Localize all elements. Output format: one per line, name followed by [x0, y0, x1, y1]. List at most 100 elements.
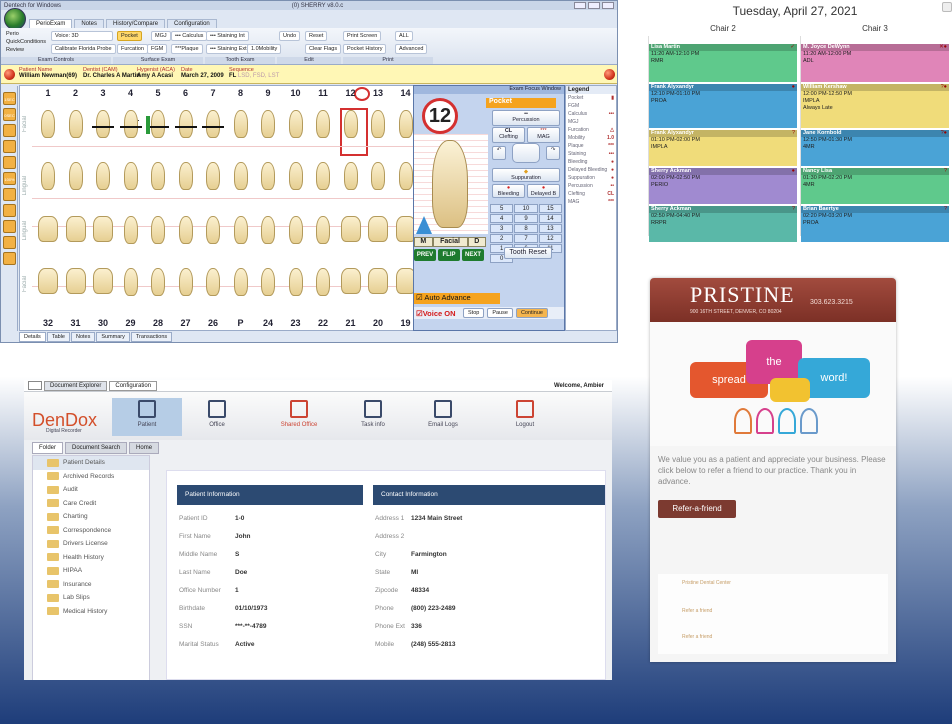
nav-email-logs[interactable]: Email Logs — [408, 400, 478, 428]
tooth-lower-lingual[interactable] — [93, 216, 113, 242]
tooth-number-bottom[interactable]: 32 — [34, 318, 62, 328]
rotate-left-button[interactable]: ↶ — [492, 146, 506, 160]
stop-button[interactable]: Stop — [463, 308, 485, 318]
tooth-upper-lingual[interactable] — [206, 162, 220, 190]
tooth-number-top[interactable]: 13 — [364, 88, 392, 98]
tooth-upper-lingual[interactable] — [41, 162, 55, 190]
tooth-lower-lingual[interactable] — [206, 216, 220, 244]
depth-value-button[interactable]: 3 — [490, 224, 514, 233]
tooth-lower-facial[interactable] — [93, 268, 113, 294]
tooth-upper-lingual[interactable] — [371, 162, 385, 190]
refer-a-friend-button[interactable]: Refer-a-friend — [658, 500, 736, 518]
tooth-lower-facial[interactable] — [368, 268, 388, 294]
tooth-upper-lingual[interactable] — [343, 162, 358, 190]
folder-item[interactable]: Archived Records — [33, 470, 149, 484]
folder-item[interactable]: Medical History — [33, 605, 149, 619]
staining-int-button[interactable]: ••• Staining Int — [206, 31, 249, 41]
tooth-upper-lingual[interactable] — [233, 162, 248, 190]
surface-select-box[interactable] — [512, 143, 540, 163]
tooth-number-top[interactable]: 4 — [117, 88, 145, 98]
tooth-number-top[interactable]: 11 — [309, 88, 337, 98]
mode-quickconditions-radio[interactable]: QuickConditions — [3, 38, 49, 46]
tooth-number-top[interactable]: 7 — [199, 88, 227, 98]
folder-item[interactable]: Correspondence — [33, 524, 149, 538]
folder-item[interactable]: Health History — [33, 551, 149, 565]
tooth-upper-lingual[interactable] — [123, 162, 138, 190]
tooth-upper-lingual[interactable] — [261, 162, 275, 190]
mode-perio-radio[interactable]: Perio — [3, 30, 22, 38]
subtab-document-search[interactable]: Document Search — [65, 442, 128, 454]
appointment-block[interactable]: M. Joyce DeWynn ✕● 11:20 AM-12:00 PM ADL — [801, 44, 949, 82]
depth-value-button[interactable]: 2 — [490, 234, 514, 243]
auto-advance-checkbox[interactable]: ☑ Auto Advance — [414, 293, 500, 304]
print-all-button[interactable]: ALL — [395, 31, 413, 41]
rotate-right-button[interactable]: ↷ — [546, 146, 560, 160]
folder-item[interactable]: Patient Details — [33, 456, 149, 470]
side-tool-button[interactable] — [3, 124, 16, 137]
voice-select[interactable]: Voice: 3D — [51, 31, 113, 41]
tooth-reset-button[interactable]: Tooth Reset — [504, 247, 552, 259]
tooth-lower-facial[interactable] — [65, 268, 86, 294]
appointment-block[interactable]: Lisa Martin ✓ 11:20 AM-12:10 PM RMR — [649, 44, 797, 82]
surface-d[interactable]: D — [467, 237, 486, 247]
pocket-history-button[interactable]: Pocket History — [343, 44, 387, 54]
tooth-lower-facial[interactable] — [233, 268, 248, 296]
mobility-button[interactable]: 1.0Mobility — [247, 44, 282, 54]
tooth-lower-facial[interactable] — [178, 268, 193, 296]
depth-value-button[interactable]: 9 — [514, 214, 538, 223]
depth-value-button[interactable]: 5 — [490, 204, 514, 213]
tooth-lower-lingual[interactable] — [233, 216, 248, 244]
tooth-number-bottom[interactable]: 26 — [199, 318, 227, 328]
tooth-number-bottom[interactable]: 21 — [337, 318, 365, 328]
delayed-bleeding-button[interactable]: ● Delayed B — [527, 184, 560, 198]
tab-summary[interactable]: Summary — [96, 332, 130, 342]
tab-dendox-configuration[interactable]: Configuration — [109, 380, 158, 391]
tooth-lower-lingual[interactable] — [368, 216, 388, 242]
tooth-lower-facial[interactable] — [123, 268, 138, 296]
appointment-block[interactable]: Frank Alyxandyr ● 12:10 PM-01:10 PM PROA — [649, 84, 797, 128]
appointment-block[interactable]: Jane Kornbold ?● 12:50 PM-01:30 PM 4MR — [801, 130, 949, 166]
tab-details[interactable]: Details — [19, 332, 46, 342]
tooth-lower-facial[interactable] — [340, 268, 361, 294]
tooth-number-top[interactable]: 6 — [172, 88, 200, 98]
flip-button[interactable]: FLIP — [438, 249, 460, 261]
tooth-upper-facial[interactable] — [233, 110, 248, 138]
depth-value-button[interactable]: 12 — [538, 234, 562, 243]
side-tool-button[interactable] — [3, 220, 16, 233]
tooth-number-bottom[interactable]: P — [227, 318, 255, 328]
advanced-button[interactable]: Advanced — [395, 44, 428, 54]
pause-button[interactable]: Pause — [487, 308, 513, 318]
app-orb-button[interactable] — [4, 8, 26, 30]
nav-office[interactable]: Office — [182, 400, 252, 428]
nav-patient[interactable]: Patient — [112, 398, 182, 436]
minimize-button[interactable] — [574, 2, 586, 9]
tooth-upper-lingual[interactable] — [68, 162, 83, 190]
folder-item[interactable]: Audit — [33, 483, 149, 497]
calibrate-button[interactable]: Calibrate Florida Probe — [51, 44, 116, 54]
tooth-upper-lingual[interactable] — [316, 162, 330, 190]
tooth-lower-lingual[interactable] — [151, 216, 165, 244]
tooth-upper-facial[interactable] — [288, 110, 303, 138]
folder-item[interactable]: Insurance — [33, 578, 149, 592]
appointment-block[interactable]: Sherry Ackman ● 02:00 PM-02:50 PM PERIO — [649, 168, 797, 204]
tooth-lower-lingual[interactable] — [123, 216, 138, 244]
side-tool-button[interactable]: 100% — [3, 172, 16, 185]
folder-item[interactable]: HIPAA — [33, 564, 149, 578]
folder-item[interactable]: Drivers License — [33, 537, 149, 551]
reset-button[interactable]: Reset — [305, 31, 328, 41]
calendar-menu-button[interactable] — [942, 2, 952, 12]
side-tool-button[interactable] — [3, 236, 16, 249]
subtab-folder[interactable]: Folder — [32, 442, 64, 454]
tooth-number-top[interactable]: 8 — [227, 88, 255, 98]
nav-logout[interactable]: Logout — [490, 400, 560, 428]
side-tool-button[interactable] — [3, 188, 16, 201]
tooth-upper-lingual[interactable] — [151, 162, 165, 190]
tooth-lower-facial[interactable] — [288, 268, 303, 296]
print-screen-button[interactable]: Print Screen — [343, 31, 382, 41]
folder-item[interactable]: Lab Slips — [33, 591, 149, 605]
tooth-lower-lingual[interactable] — [288, 216, 303, 244]
tooth-upper-lingual[interactable] — [288, 162, 303, 190]
tooth-upper-facial[interactable] — [398, 110, 413, 138]
tooth-number-bottom[interactable]: 31 — [62, 318, 90, 328]
close-button[interactable] — [602, 2, 614, 9]
